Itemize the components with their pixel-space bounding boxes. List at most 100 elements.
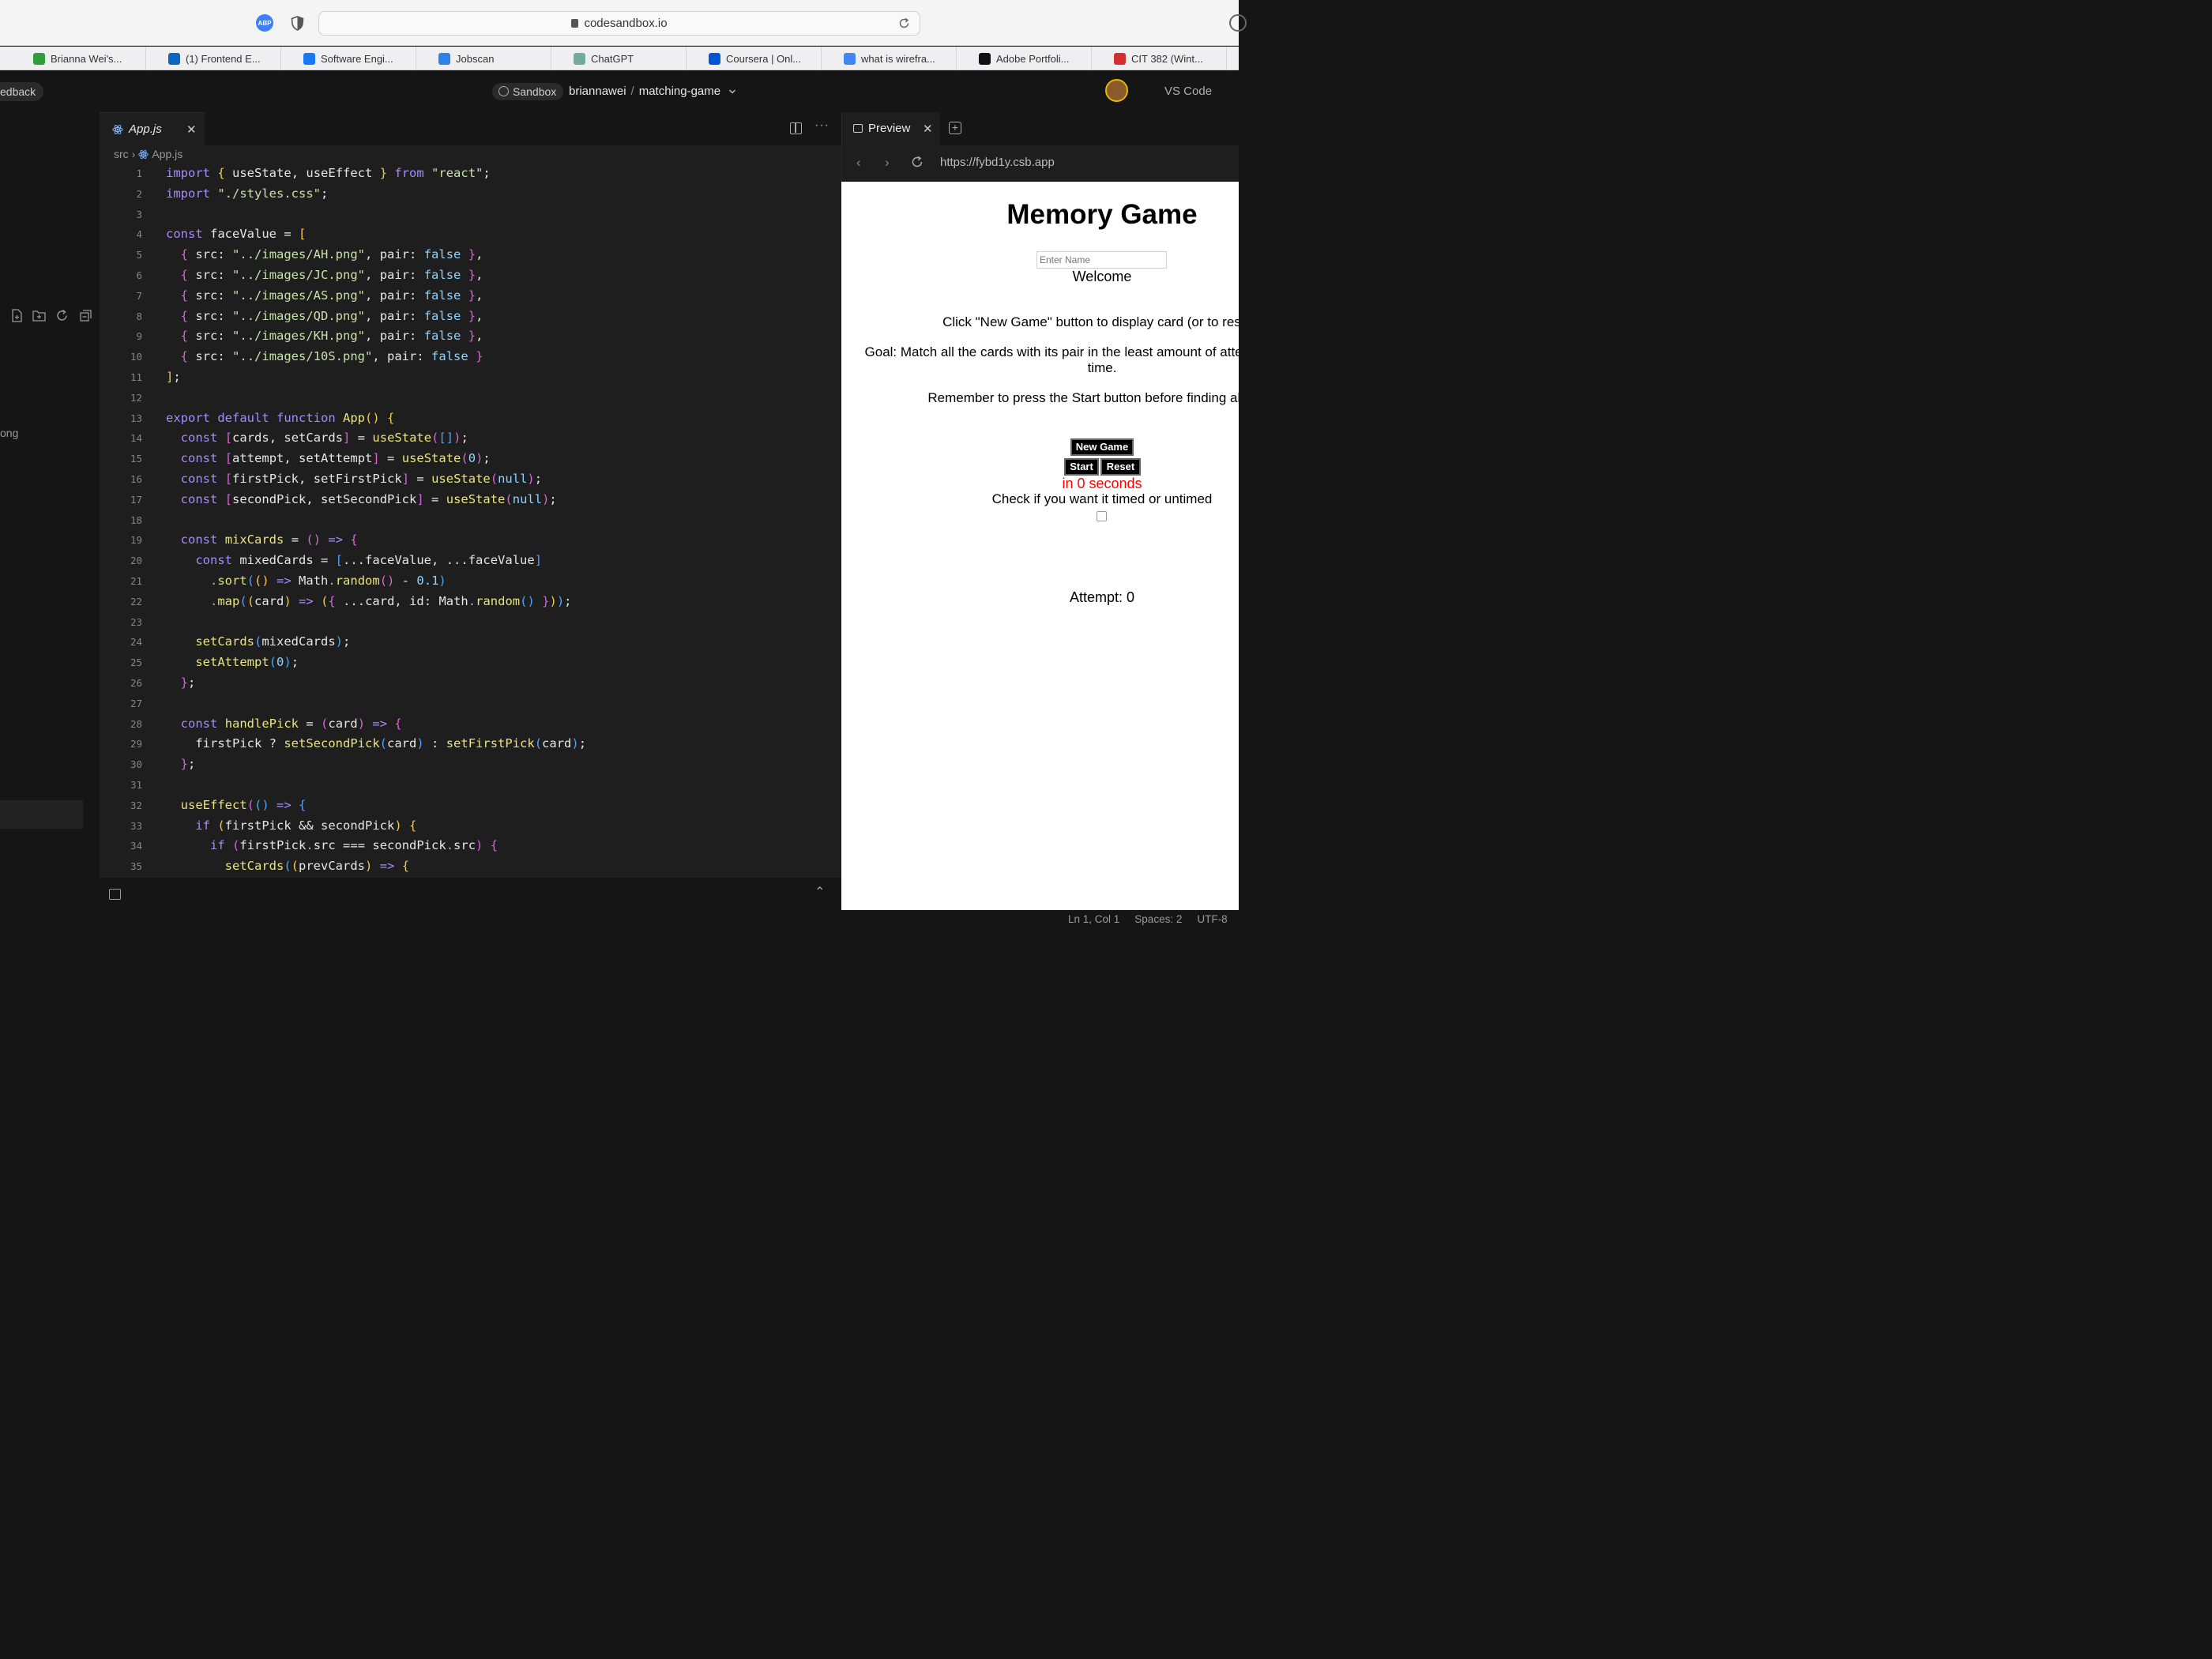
reset-button[interactable]: Reset <box>1100 458 1141 476</box>
breadcrumb-folder[interactable]: src <box>114 148 129 160</box>
bookmark-item[interactable]: what is wirefra... <box>822 47 957 70</box>
code-line[interactable]: 4 const faceValue = [ <box>100 224 841 245</box>
add-tab-icon[interactable]: + <box>949 122 961 134</box>
bookmark-item[interactable]: ChatGPT <box>551 47 687 70</box>
code-token: App <box>343 410 366 425</box>
breadcrumb-file[interactable]: App.js <box>152 148 182 160</box>
code-line[interactable]: 33 if (firstPick && secondPick) { <box>100 816 841 837</box>
code-line[interactable]: 6 { src: "../images/JC.png", pair: false… <box>100 265 841 286</box>
bookmark-item[interactable]: CIT 382 (Wint... <box>1092 47 1227 70</box>
code-line[interactable]: 18 <box>100 510 841 531</box>
close-icon[interactable]: ✕ <box>923 122 933 136</box>
code-line[interactable]: 14 const [cards, setCards] = useState([]… <box>100 428 841 449</box>
code-line[interactable]: 22 .map((card) => ({ ...card, id: Math.r… <box>100 592 841 612</box>
code-line[interactable]: 21 .sort(() => Math.random() - 0.1) <box>100 571 841 592</box>
sidebar-item-selected[interactable] <box>0 800 83 829</box>
code-line[interactable]: 27 <box>100 694 841 714</box>
code-line[interactable]: 23 <box>100 612 841 633</box>
code-token: ) <box>357 716 366 731</box>
code-token: ( <box>379 736 388 751</box>
code-line[interactable]: 19 const mixCards = () => { <box>100 530 841 551</box>
bookmark-item[interactable]: (1) Frontend E... <box>146 47 281 70</box>
terminal-icon[interactable] <box>109 889 121 900</box>
code-line[interactable]: 35 setCards((prevCards) => { <box>100 856 841 877</box>
bookmark-item[interactable]: Coursera | Onl... <box>687 47 822 70</box>
sidebar-item-label[interactable]: ong <box>0 427 18 439</box>
code-line[interactable]: 28 const handlePick = (card) => { <box>100 714 841 735</box>
project-breadcrumb[interactable]: briannawei / matching-game <box>569 85 736 98</box>
code-line[interactable]: 2 import "./styles.css"; <box>100 184 841 205</box>
code-line[interactable]: 32 useEffect(() => { <box>100 796 841 816</box>
forward-icon[interactable]: › <box>885 155 890 171</box>
code-text: { src: "../images/AS.png", pair: false }… <box>166 286 483 307</box>
profile-icon[interactable] <box>1229 14 1247 32</box>
tab-app-js[interactable]: App.js ✕ <box>100 112 205 145</box>
cursor-position[interactable]: Ln 1, Col 1 <box>1068 913 1119 925</box>
timed-checkbox[interactable] <box>1097 511 1107 521</box>
sandbox-badge[interactable]: Sandbox <box>492 83 564 100</box>
adblock-extension-icon[interactable]: ABP <box>256 14 273 32</box>
bookmark-item[interactable]: Software Engi... <box>281 47 416 70</box>
code-token: && <box>299 818 314 833</box>
code-line[interactable]: 24 setCards(mixedCards); <box>100 632 841 653</box>
bookmark-item[interactable]: Brianna Wei's... <box>11 47 146 70</box>
back-icon[interactable]: ‹ <box>856 155 861 171</box>
feedback-button[interactable]: edback <box>0 82 44 101</box>
privacy-shield-icon[interactable] <box>291 16 304 31</box>
reload-icon[interactable] <box>898 17 910 29</box>
start-button[interactable]: Start <box>1064 458 1099 476</box>
code-line[interactable]: 10 { src: "../images/10S.png", pair: fal… <box>100 347 841 367</box>
code-editor[interactable]: src › App.js 1 import { useState, useEffec… <box>100 145 841 878</box>
code-line[interactable]: 16 const [firstPick, setFirstPick] = use… <box>100 469 841 490</box>
code-token: setFirstPick <box>446 736 535 751</box>
code-line[interactable]: 9 { src: "../images/KH.png", pair: false… <box>100 326 841 347</box>
code-line[interactable]: 7 { src: "../images/AS.png", pair: false… <box>100 286 841 307</box>
bookmark-favicon-icon <box>438 52 450 65</box>
code-token: ) <box>571 736 579 751</box>
tab-preview[interactable]: Preview ✕ <box>842 112 940 145</box>
split-editor-icon[interactable] <box>790 122 802 134</box>
indentation[interactable]: Spaces: 2 <box>1134 913 1182 925</box>
avatar[interactable] <box>1105 79 1128 102</box>
code-line[interactable]: 17 const [secondPick, setSecondPick] = u… <box>100 490 841 510</box>
code-line[interactable]: 34 if (firstPick.src === secondPick.src)… <box>100 836 841 856</box>
code-line[interactable]: 13 export default function App() { <box>100 408 841 429</box>
collapse-all-icon[interactable] <box>79 309 92 322</box>
code-line[interactable]: 1 import { useState, useEffect } from "re… <box>100 164 841 184</box>
more-options-icon[interactable]: ··· <box>814 118 830 133</box>
code-line[interactable]: 15 const [attempt, setAttempt] = useStat… <box>100 449 841 469</box>
code-token: } <box>379 166 388 180</box>
open-vscode-button[interactable]: VS Code <box>1164 85 1212 98</box>
code-lines[interactable]: 1 import { useState, useEffect } from "re… <box>100 164 841 877</box>
line-number: 25 <box>130 656 142 669</box>
code-token: : <box>409 247 417 262</box>
code-line[interactable]: 26 }; <box>100 673 841 694</box>
code-line[interactable]: 3 <box>100 205 841 225</box>
code-line[interactable]: 20 const mixedCards = [...faceValue, ...… <box>100 551 841 571</box>
code-token: false <box>423 288 461 303</box>
code-line[interactable]: 11]; <box>100 367 841 388</box>
code-line[interactable]: 5 { src: "../images/AH.png", pair: false… <box>100 245 841 265</box>
code-line[interactable]: 12 <box>100 388 841 408</box>
reload-icon[interactable] <box>911 156 924 168</box>
close-icon[interactable]: ✕ <box>186 122 197 137</box>
code-line[interactable]: 29 firstPick ? setSecondPick(card) : set… <box>100 734 841 754</box>
encoding[interactable]: UTF-8 <box>1197 913 1227 925</box>
address-bar[interactable]: codesandbox.io <box>318 11 920 36</box>
bookmark-label: Software Engi... <box>321 52 393 65</box>
name-input[interactable] <box>1036 251 1167 269</box>
bookmark-item[interactable]: Jobscan <box>416 47 551 70</box>
chevron-up-icon[interactable]: ⌃ <box>814 884 825 900</box>
code-line[interactable]: 25 setAttempt(0); <box>100 653 841 673</box>
new-game-button[interactable]: New Game <box>1070 438 1134 456</box>
preview-url[interactable]: https://fybd1y.csb.app <box>940 156 1055 169</box>
refresh-icon[interactable] <box>55 309 69 322</box>
new-folder-icon[interactable] <box>32 309 46 322</box>
code-line[interactable]: 31 <box>100 775 841 796</box>
new-file-icon[interactable] <box>10 309 24 322</box>
code-line[interactable]: 8 { src: "../images/QD.png", pair: false… <box>100 307 841 327</box>
code-line[interactable]: 30 }; <box>100 754 841 775</box>
bookmark-item[interactable]: Adobe Portfoli... <box>957 47 1092 70</box>
